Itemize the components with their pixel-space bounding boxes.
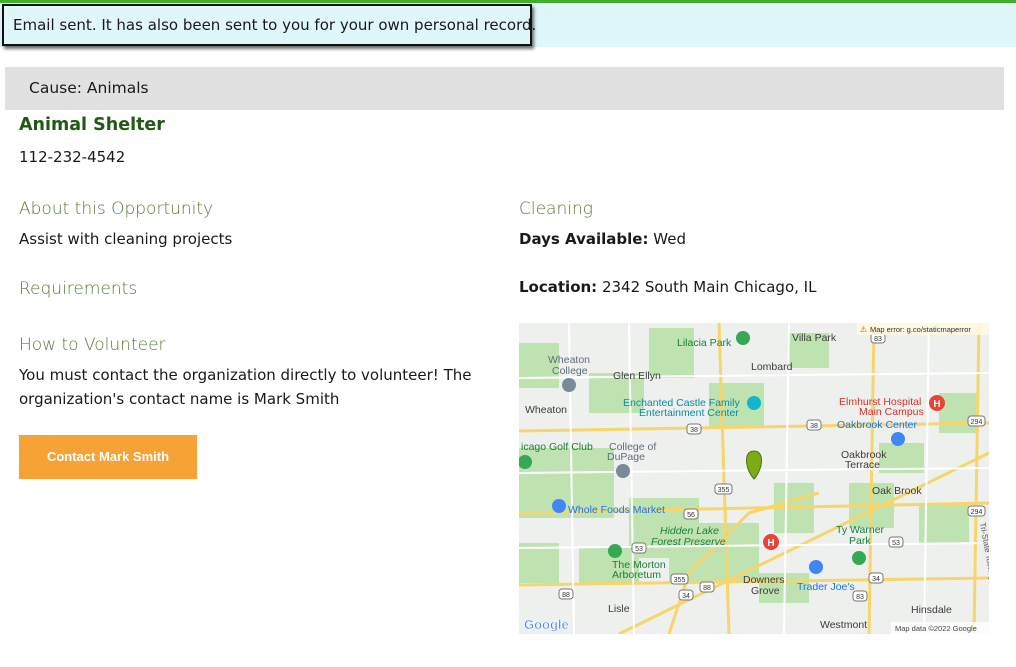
- college-dupage-pin-icon: [616, 464, 630, 478]
- svg-text:Hinsdale: Hinsdale: [911, 604, 952, 616]
- svg-text:Trader Joe's: Trader Joe's: [797, 581, 855, 593]
- svg-text:Grove: Grove: [751, 585, 780, 597]
- svg-text:88: 88: [562, 592, 570, 599]
- svg-text:Map data ©2022 Google: Map data ©2022 Google: [895, 624, 977, 633]
- svg-text:34: 34: [682, 593, 690, 600]
- svg-text:53: 53: [635, 546, 643, 553]
- svg-text:88: 88: [703, 585, 711, 592]
- svg-text:College: College: [552, 365, 588, 377]
- svg-text:Glen Ellyn: Glen Ellyn: [613, 370, 661, 382]
- svg-text:Map error: g.co/staticmaperror: Map error: g.co/staticmaperror: [870, 325, 971, 334]
- svg-text:294: 294: [971, 509, 983, 516]
- svg-text:355: 355: [674, 577, 686, 584]
- svg-text:Lilacia Park: Lilacia Park: [677, 337, 732, 349]
- elmhurst-hospital-pin-icon: H: [929, 395, 945, 411]
- svg-text:⚠: ⚠: [860, 325, 867, 334]
- ty-warner-park-pin-icon: [852, 551, 866, 565]
- organization-phone: 112-232-4542: [19, 148, 126, 166]
- svg-text:Wheaton: Wheaton: [525, 404, 567, 416]
- about-heading: About this Opportunity: [19, 199, 214, 219]
- svg-text:56: 56: [687, 512, 695, 519]
- svg-text:Forest Preserve: Forest Preserve: [651, 536, 726, 548]
- category-heading: Cleaning: [519, 199, 593, 219]
- cause-bar: Cause: Animals: [5, 67, 1004, 110]
- svg-text:83: 83: [874, 336, 882, 343]
- location-label: Location:: [519, 278, 598, 296]
- google-logo: Google: [524, 617, 569, 633]
- hospital-pin-icon: H: [763, 534, 779, 550]
- requirements-heading: Requirements: [19, 279, 138, 299]
- svg-text:294: 294: [971, 419, 983, 426]
- svg-text:Westmont: Westmont: [820, 619, 867, 631]
- svg-text:Lisle: Lisle: [608, 603, 630, 615]
- how-to-line-1: You must contact the organization direct…: [19, 366, 472, 384]
- about-text: Assist with cleaning projects: [19, 230, 233, 248]
- svg-text:38: 38: [690, 427, 698, 434]
- how-to-volunteer-text: You must contact the organization direct…: [19, 363, 471, 411]
- svg-text:34: 34: [872, 576, 880, 583]
- svg-text:38: 38: [810, 423, 818, 430]
- oakbrook-center-pin-icon: [891, 432, 905, 446]
- svg-text:Entertainment Center: Entertainment Center: [639, 407, 739, 419]
- trader-joes-pin-icon: [809, 560, 823, 574]
- svg-text:53: 53: [892, 540, 900, 547]
- svg-text:Villa Park: Villa Park: [792, 332, 837, 344]
- wheaton-college-pin-icon: [562, 378, 576, 392]
- days-label: Days Available:: [519, 230, 649, 248]
- location: Location: 2342 South Main Chicago, IL: [519, 275, 816, 299]
- svg-text:83: 83: [856, 594, 864, 601]
- svg-text:Lombard: Lombard: [751, 361, 793, 373]
- lilacia-park-pin-icon: [736, 331, 750, 345]
- whole-foods-pin-icon: [552, 499, 566, 513]
- svg-text:Terrace: Terrace: [845, 459, 880, 471]
- svg-text:Park: Park: [849, 535, 871, 547]
- morton-arboretum-pin-icon: [608, 544, 622, 558]
- days-available: Days Available: Wed: [519, 227, 686, 251]
- map-error-tag: ⚠ Map error: g.co/staticmaperror: [857, 323, 989, 335]
- svg-text:355: 355: [718, 487, 730, 494]
- svg-text:Oak Brook: Oak Brook: [872, 485, 922, 497]
- organization-name: Animal Shelter: [19, 115, 165, 135]
- svg-text:Google: Google: [524, 617, 569, 632]
- location-value: 2342 South Main Chicago, IL: [601, 278, 817, 296]
- how-to-volunteer-heading: How to Volunteer: [19, 335, 166, 355]
- svg-text:DuPage: DuPage: [607, 451, 645, 463]
- svg-text:Oakbrook Center: Oakbrook Center: [837, 419, 917, 431]
- svg-text:icago Golf Club: icago Golf Club: [521, 441, 593, 453]
- days-value: Wed: [653, 230, 686, 248]
- enchanted-castle-pin-icon: [747, 396, 761, 410]
- email-sent-message: Email sent. It has also been sent to you…: [2, 4, 536, 46]
- how-to-line-2: organization's contact name is Mark Smit…: [19, 390, 340, 408]
- location-map[interactable]: 83 38 38 355 56 53 53 355 88 34 34 83 29…: [519, 323, 989, 634]
- contact-button[interactable]: Contact Mark Smith: [19, 435, 197, 479]
- svg-text:Arboretum: Arboretum: [612, 569, 661, 581]
- map-attribution: Map data ©2022 Google: [891, 622, 989, 634]
- svg-text:H: H: [933, 399, 940, 410]
- svg-text:Whole Foods Market: Whole Foods Market: [568, 504, 665, 516]
- svg-text:H: H: [767, 538, 774, 549]
- svg-text:Main Campus: Main Campus: [859, 406, 924, 418]
